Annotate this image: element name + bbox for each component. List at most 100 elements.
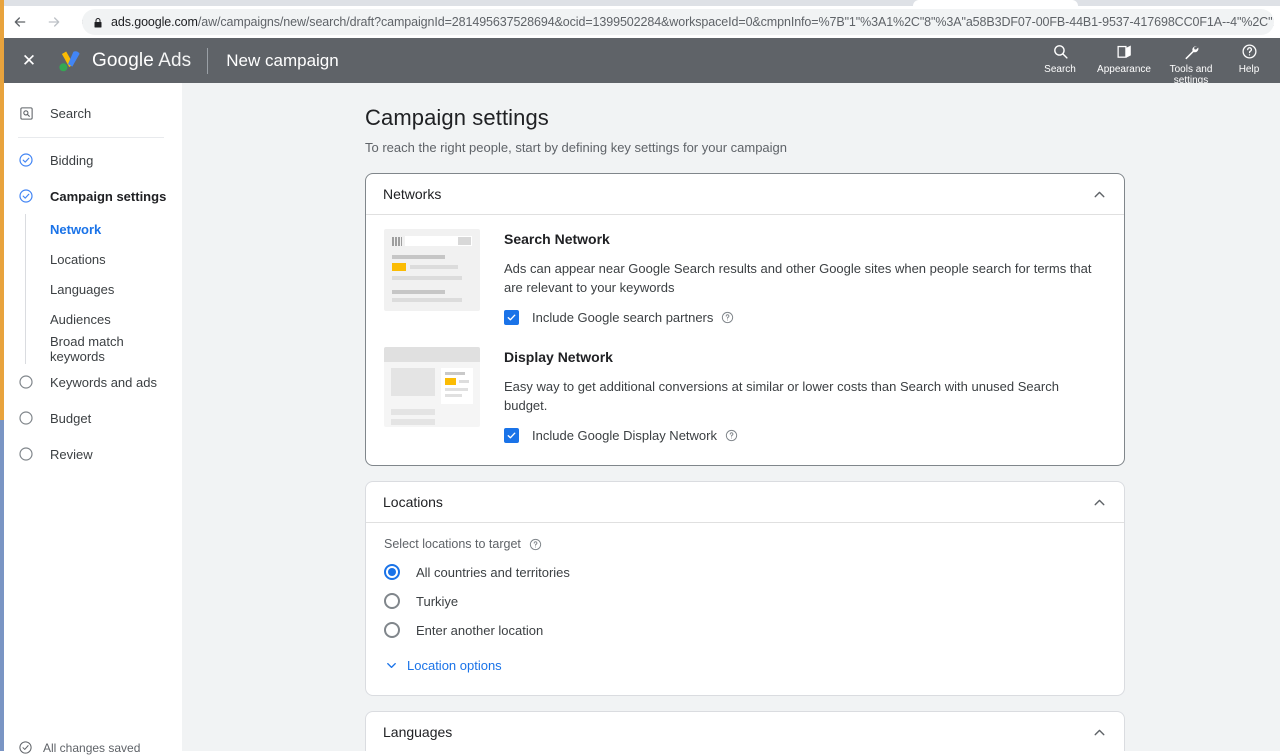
sidebar-item-languages[interactable]: Languages	[26, 274, 182, 304]
sidebar-item-search[interactable]: Search	[0, 95, 182, 131]
main-content: Campaign settings To reach the right peo…	[182, 83, 1280, 751]
sidebar-item-campaign-settings-label: Campaign settings	[50, 188, 167, 204]
help-circle-icon[interactable]	[725, 429, 738, 442]
chevron-up-icon[interactable]	[1091, 186, 1108, 203]
locations-field-label-row: Select locations to target	[384, 537, 1106, 551]
appbar-actions: Search Appearance Tools and settings Hel…	[1028, 38, 1280, 86]
sidebar-item-keywords-and-ads[interactable]: Keywords and ads	[0, 364, 182, 400]
sidebar-item-network[interactable]: Network	[26, 214, 182, 244]
locations-card-body: Select locations to target All countries…	[366, 523, 1124, 695]
sidebar-subnav: Network Locations Languages Audiences Br…	[25, 214, 182, 364]
display-network-description: Easy way to get additional conversions a…	[504, 379, 1059, 413]
locations-card-title: Locations	[383, 494, 443, 510]
workspace: Search Bidding Campaign settings Network	[0, 83, 1280, 755]
address-bar[interactable]: ads.google.com/aw/campaigns/new/search/d…	[82, 9, 1274, 35]
location-option-all-countries-label: All countries and territories	[416, 564, 570, 580]
chevron-down-icon	[384, 658, 399, 673]
page-subtitle: To reach the right people, start by defi…	[365, 140, 788, 155]
search-box-icon	[18, 105, 34, 121]
search-network-title: Search Network	[504, 231, 610, 247]
sidebar-item-search-label: Search	[50, 105, 92, 121]
sidebar-item-campaign-settings[interactable]: Campaign settings	[0, 178, 182, 214]
page-context-title: New campaign	[226, 50, 339, 70]
sidebar-item-review[interactable]: Review	[0, 436, 182, 472]
languages-card-title: Languages	[383, 724, 453, 740]
url-host: ads.google.com	[111, 15, 198, 29]
sidebar-item-budget-label: Budget	[50, 410, 92, 426]
radio-selected-icon[interactable]	[384, 564, 400, 580]
search-partners-checkbox-row[interactable]: Include Google search partners	[504, 310, 1106, 325]
networks-card-body: Search Network Ads can appear near Googl…	[366, 215, 1124, 465]
search-partners-checkbox[interactable]	[504, 310, 519, 325]
browser-chrome: ads.google.com/aw/campaigns/new/search/d…	[0, 0, 1280, 38]
help-circle-icon[interactable]	[721, 311, 734, 324]
appearance-icon	[1116, 42, 1133, 61]
sidebar-item-audiences[interactable]: Audiences	[26, 304, 182, 334]
close-icon[interactable]: ✕	[18, 50, 40, 72]
sidebar-item-network-label: Network	[50, 221, 102, 237]
sidebar-item-budget[interactable]: Budget	[0, 400, 182, 436]
location-option-turkiye[interactable]: Turkiye	[384, 593, 1106, 609]
appbar-help-button[interactable]: Help	[1226, 42, 1272, 75]
appbar-help-label: Help	[1238, 64, 1260, 75]
search-network-description: Ads can appear near Google Search result…	[504, 261, 1092, 295]
display-network-title: Display Network	[504, 349, 613, 365]
empty-circle-icon	[18, 374, 34, 390]
help-circle-icon[interactable]	[529, 538, 542, 551]
brand-name: Google Ads	[92, 50, 191, 72]
search-network-row: Search Network Ads can appear near Googl…	[384, 229, 1106, 329]
save-status: All changes saved	[18, 740, 140, 755]
location-option-all-countries[interactable]: All countries and territories	[384, 564, 1106, 580]
app-header: ✕ Google Ads New campaign Search Appeara…	[0, 38, 1280, 86]
google-ads-logo-icon	[57, 50, 83, 72]
radio-unselected-icon[interactable]	[384, 593, 400, 609]
networks-card: Networks Search Network Ads can appear n…	[365, 173, 1125, 466]
languages-card-header[interactable]: Languages	[366, 712, 1124, 751]
sidebar-item-locations-label: Locations	[50, 251, 106, 267]
display-network-row: Display Network Easy way to get addition…	[384, 347, 1106, 447]
page-header: Campaign settings To reach the right peo…	[182, 83, 1280, 155]
save-status-label: All changes saved	[43, 740, 141, 755]
cloud-done-icon	[18, 740, 33, 755]
languages-card: Languages Select the languages your cust…	[365, 711, 1125, 751]
sidebar-item-bidding-label: Bidding	[50, 152, 94, 168]
sidebar-item-audiences-label: Audiences	[50, 311, 111, 327]
url-path: /aw/campaigns/new/search/draft?campaignI…	[197, 15, 1274, 29]
sidebar-item-broad-match-keywords[interactable]: Broad match keywords	[26, 334, 182, 364]
back-arrow-icon[interactable]	[6, 8, 34, 36]
empty-circle-icon	[18, 446, 34, 462]
display-page-mock-image	[384, 347, 480, 443]
location-options-link[interactable]: Location options	[384, 658, 1106, 673]
page-title: Campaign settings	[365, 105, 549, 130]
wrench-icon	[1182, 42, 1200, 61]
networks-card-title: Networks	[383, 186, 442, 202]
location-option-turkiye-label: Turkiye	[416, 593, 459, 609]
sidebar-divider	[18, 137, 164, 138]
radio-unselected-icon[interactable]	[384, 622, 400, 638]
location-option-enter-another-label: Enter another location	[416, 622, 544, 638]
networks-card-header[interactable]: Networks	[366, 174, 1124, 214]
display-network-checkbox-row[interactable]: Include Google Display Network	[504, 428, 1106, 443]
appbar-search-label: Search	[1044, 64, 1076, 75]
lock-icon	[92, 16, 104, 28]
window-edge-accent-lower	[0, 420, 4, 751]
location-option-enter-another[interactable]: Enter another location	[384, 622, 1106, 638]
forward-arrow-icon[interactable]	[40, 8, 68, 36]
brand-google: Google	[92, 49, 154, 71]
search-results-mock-image	[384, 229, 480, 325]
search-icon	[1052, 42, 1069, 61]
locations-card-header[interactable]: Locations	[366, 482, 1124, 522]
sidebar-item-languages-label: Languages	[50, 281, 115, 297]
appbar-appearance-label: Appearance	[1097, 64, 1151, 75]
sidebar-item-bidding[interactable]: Bidding	[0, 142, 182, 178]
brand-ads: Ads	[158, 49, 192, 71]
appbar-tools-button[interactable]: Tools and settings	[1156, 42, 1226, 86]
chevron-up-icon[interactable]	[1091, 494, 1108, 511]
appbar-appearance-button[interactable]: Appearance	[1092, 42, 1156, 75]
display-network-checkbox[interactable]	[504, 428, 519, 443]
search-partners-checkbox-label: Include Google search partners	[532, 310, 714, 325]
chevron-up-icon[interactable]	[1091, 724, 1108, 741]
check-circle-icon	[18, 188, 34, 204]
sidebar-item-locations[interactable]: Locations	[26, 244, 182, 274]
appbar-search-button[interactable]: Search	[1028, 42, 1092, 75]
